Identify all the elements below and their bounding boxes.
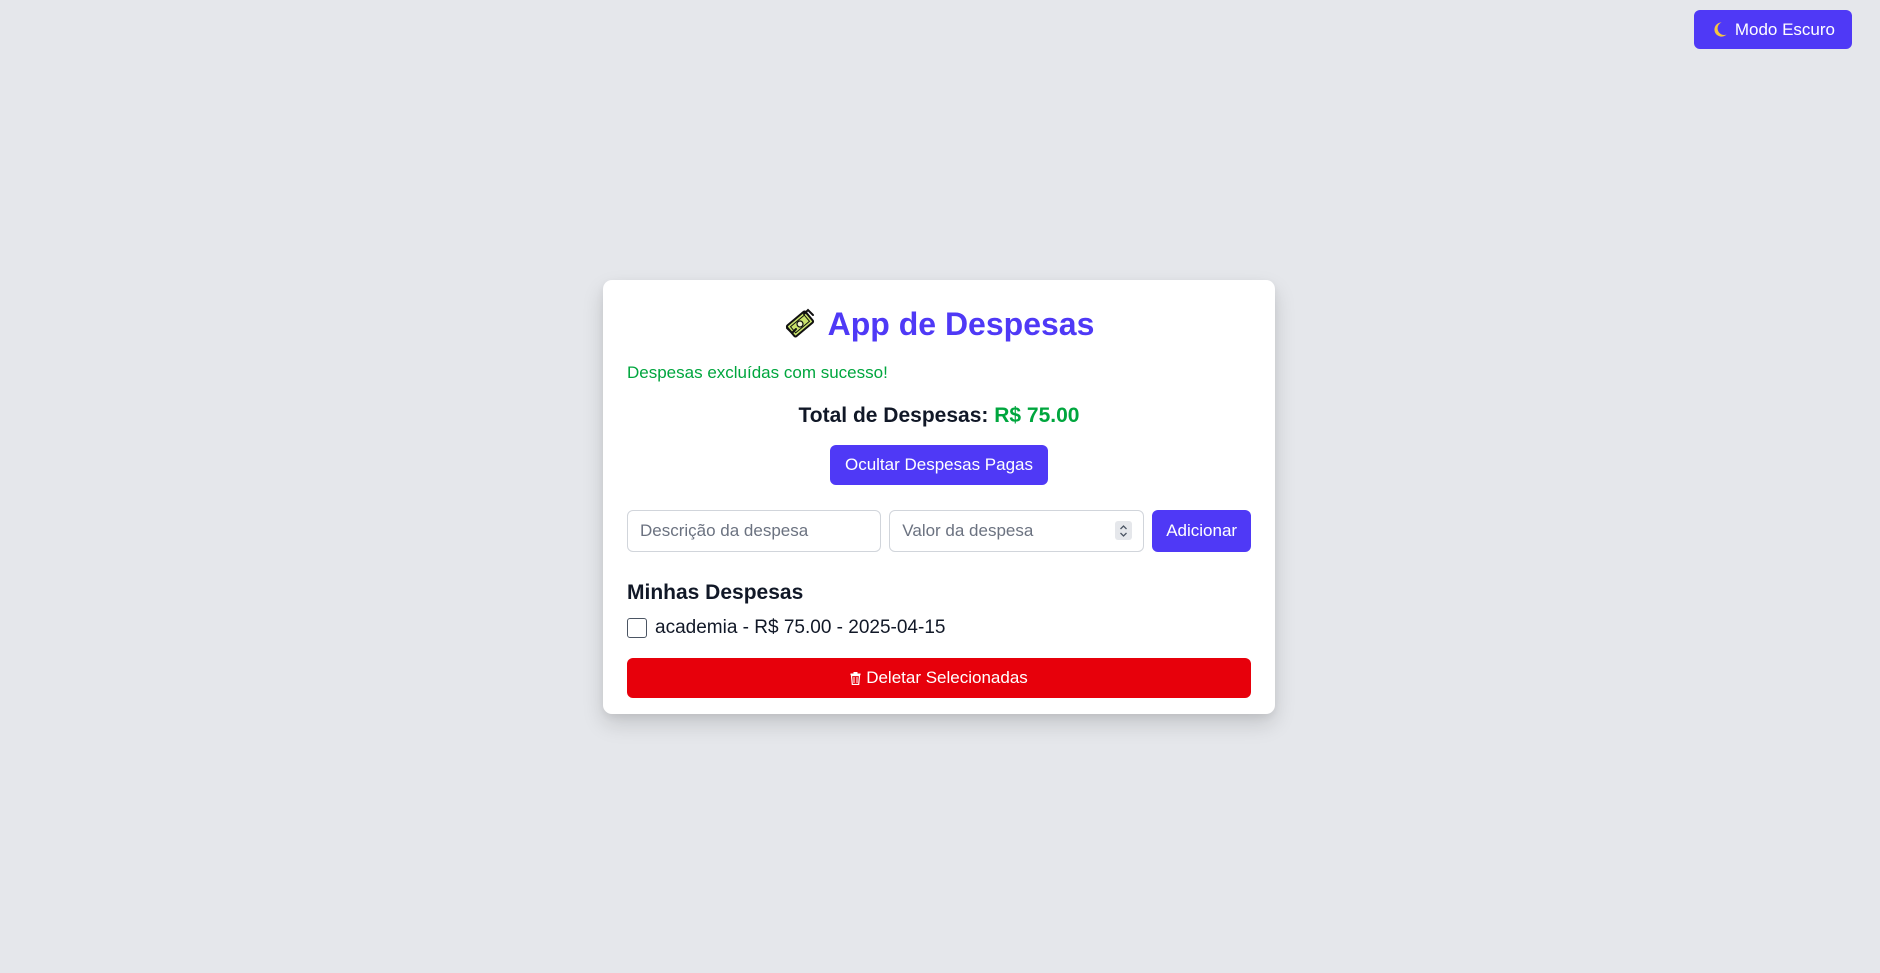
expense-checkbox[interactable] <box>627 618 647 638</box>
spinner-arrows-icon <box>1120 524 1128 537</box>
expenses-list-title: Minhas Despesas <box>627 581 804 604</box>
page-title: App de Despesas <box>827 306 1095 342</box>
value-field-wrap <box>889 510 1145 552</box>
moon-icon <box>1714 22 1727 37</box>
expenses-card: App de Despesas Despesas excluídas com s… <box>603 280 1275 714</box>
toggle-paid-wrap: Ocultar Despesas Pagas <box>627 445 1251 485</box>
value-input[interactable] <box>889 510 1145 552</box>
dark-mode-label: Modo Escuro <box>1734 19 1835 39</box>
success-message: Despesas excluídas com sucesso! <box>627 363 888 382</box>
add-button[interactable]: Adicionar <box>1152 510 1251 552</box>
total-expenses: Total de Despesas: R$ 75.00 <box>627 402 1251 430</box>
list-item: academia - R$ 75.00 - 2025-04-15 <box>627 616 1251 640</box>
add-expense-form: Adicionar <box>627 510 1251 552</box>
total-label: Total de Despesas: <box>798 404 989 427</box>
delete-selected-button[interactable]: Deletar Selecionadas <box>627 658 1251 698</box>
title-row: App de Despesas <box>627 304 1251 344</box>
description-input[interactable] <box>627 510 882 552</box>
money-icon <box>785 308 814 338</box>
delete-label: Deletar Selecionadas <box>866 668 1028 687</box>
total-value: R$ 75.00 <box>994 404 1080 427</box>
expense-text: academia - R$ 75.00 - 2025-04-15 <box>655 617 946 638</box>
number-spinner[interactable] <box>1115 521 1133 540</box>
trash-icon <box>850 671 861 685</box>
hide-paid-button[interactable]: Ocultar Despesas Pagas <box>829 445 1049 485</box>
dark-mode-button[interactable]: Modo Escuro <box>1693 10 1852 49</box>
